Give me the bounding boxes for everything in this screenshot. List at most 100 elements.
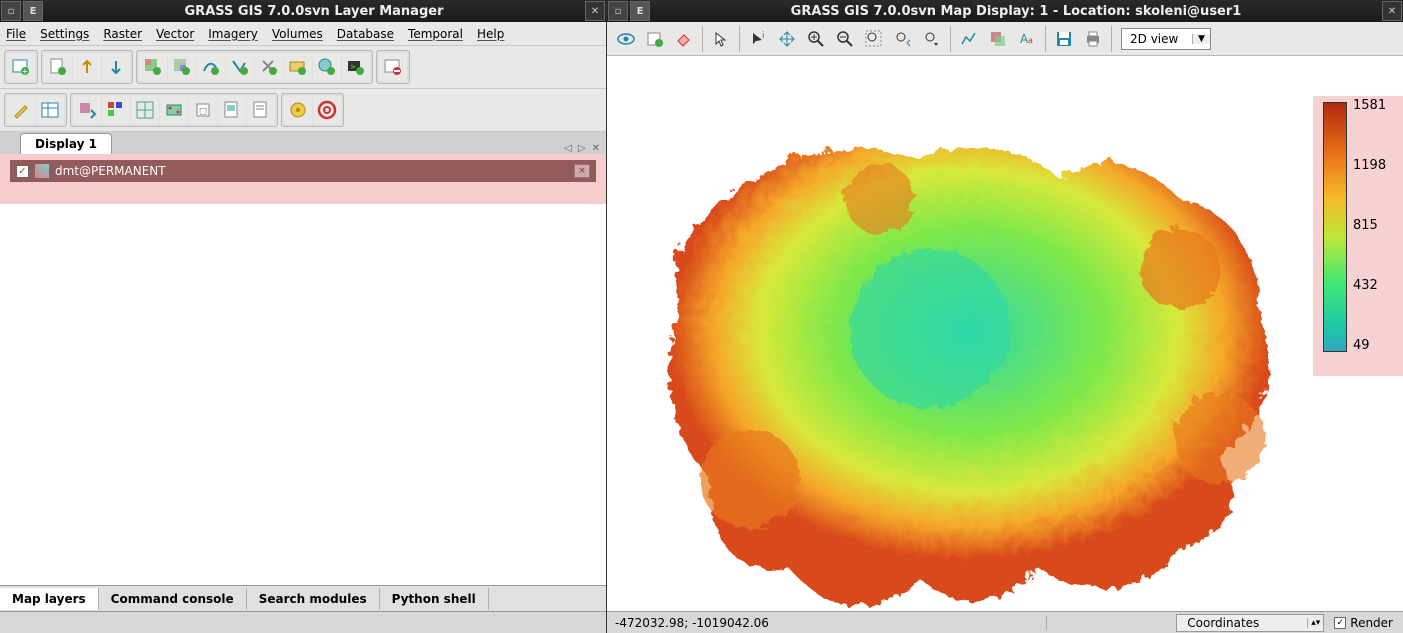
- add-overlay-button[interactable]: [255, 53, 283, 81]
- import-raster-button[interactable]: [73, 96, 101, 124]
- help-button[interactable]: [313, 96, 341, 124]
- print-button[interactable]: [1080, 26, 1106, 52]
- titlebar-right: ▫ E GRASS GIS 7.0.0svn Map Display: 1 - …: [607, 0, 1403, 22]
- add-vector-misc-button[interactable]: [226, 53, 254, 81]
- layer-manager-window: ▫ E GRASS GIS 7.0.0svn Layer Manager ✕ F…: [0, 0, 607, 633]
- workspace-save-button[interactable]: [102, 53, 130, 81]
- tab-python-shell[interactable]: Python shell: [380, 588, 489, 610]
- tab-next-icon[interactable]: ▷: [576, 143, 588, 154]
- legend-color-bar: [1323, 102, 1347, 352]
- app-icon[interactable]: E: [23, 1, 43, 21]
- zoom-menu-button[interactable]: [919, 26, 945, 52]
- pan-button[interactable]: [774, 26, 800, 52]
- render-checkbox[interactable]: ✓: [1334, 617, 1346, 629]
- window-title: GRASS GIS 7.0.0svn Layer Manager: [44, 4, 584, 19]
- zoom-last-button[interactable]: [890, 26, 916, 52]
- chevron-down-icon[interactable]: ▼: [1192, 34, 1210, 44]
- add-vector-button[interactable]: [197, 53, 225, 81]
- add-raster-misc-button[interactable]: [168, 53, 196, 81]
- map-toolbar: i Aa 2D view ▼: [607, 22, 1403, 56]
- tab-prev-icon[interactable]: ◁: [562, 143, 574, 154]
- tab-map-layers[interactable]: Map layers: [0, 588, 99, 610]
- minimize-icon[interactable]: ▫: [1, 1, 21, 21]
- save-display-button[interactable]: [1051, 26, 1077, 52]
- layer-label: dmt@PERMANENT: [55, 164, 166, 178]
- map-canvas[interactable]: 1581 1198 815 432 49: [607, 56, 1403, 611]
- display-tab[interactable]: Display 1: [20, 133, 112, 154]
- minimize-icon[interactable]: ▫: [608, 1, 628, 21]
- menu-temporal[interactable]: Temporal: [408, 27, 463, 41]
- menu-database[interactable]: Database: [337, 27, 394, 41]
- import-vector-button[interactable]: [102, 96, 130, 124]
- svg-text:+: +: [22, 67, 29, 76]
- toolbar-row-1: + >_: [0, 46, 606, 89]
- edit-vector-button[interactable]: [7, 96, 35, 124]
- menu-imagery[interactable]: Imagery: [208, 27, 258, 41]
- window-title: GRASS GIS 7.0.0svn Map Display: 1 - Loca…: [651, 4, 1381, 19]
- legend-tick: 432: [1353, 278, 1378, 293]
- legend-tick: 1581: [1353, 98, 1386, 113]
- layer-checkbox[interactable]: ✓: [16, 165, 29, 178]
- settings-button[interactable]: [284, 96, 312, 124]
- render-map-button[interactable]: [613, 26, 639, 52]
- remove-layer-button[interactable]: [379, 53, 407, 81]
- attribute-table-button[interactable]: [36, 96, 64, 124]
- chevron-updown-icon[interactable]: ▴▾: [1307, 618, 1323, 628]
- layer-item-dmt[interactable]: ✓ dmt@PERMANENT ×: [10, 160, 596, 182]
- legend-tick: 49: [1353, 338, 1370, 353]
- status-mode-select[interactable]: Coordinates ▴▾: [1176, 614, 1324, 632]
- add-text-button[interactable]: Aa: [1014, 26, 1040, 52]
- app-icon[interactable]: E: [630, 1, 650, 21]
- toolbar-row-2: ◻: [0, 89, 606, 132]
- analyze-button[interactable]: [956, 26, 982, 52]
- georectify-button[interactable]: [160, 96, 188, 124]
- add-group-button[interactable]: [284, 53, 312, 81]
- tab-close-icon[interactable]: ✕: [590, 143, 602, 154]
- menu-raster[interactable]: Raster: [103, 27, 142, 41]
- menu-settings[interactable]: Settings: [40, 27, 89, 41]
- add-wms-button[interactable]: [313, 53, 341, 81]
- statusbar-left: [0, 611, 606, 633]
- close-icon[interactable]: ✕: [1382, 1, 1402, 21]
- legend-tick: 815: [1353, 218, 1378, 233]
- render-toggle[interactable]: ✓ Render: [1334, 616, 1403, 630]
- new-display-button[interactable]: +: [7, 53, 35, 81]
- modeler-button[interactable]: ◻: [189, 96, 217, 124]
- titlebar-left: ▫ E GRASS GIS 7.0.0svn Layer Manager ✕: [0, 0, 606, 22]
- pointer-button[interactable]: [708, 26, 734, 52]
- layer-remove-icon[interactable]: ×: [574, 164, 590, 178]
- view-mode-label: 2D view: [1122, 32, 1192, 46]
- workspace-open-button[interactable]: [73, 53, 101, 81]
- menu-volumes[interactable]: Volumes: [272, 27, 323, 41]
- zoom-out-button[interactable]: [832, 26, 858, 52]
- overlay-button[interactable]: [985, 26, 1011, 52]
- layer-tree[interactable]: ✓ dmt@PERMANENT ×: [0, 154, 606, 585]
- zoom-in-button[interactable]: [803, 26, 829, 52]
- svg-text:◻: ◻: [199, 106, 207, 117]
- zoom-extent-button[interactable]: [861, 26, 887, 52]
- legend-ticks: 1581 1198 815 432 49: [1347, 102, 1393, 352]
- legend-tick: 1198: [1353, 158, 1386, 173]
- menu-help[interactable]: Help: [477, 27, 504, 41]
- rerender-map-button[interactable]: [642, 26, 668, 52]
- add-command-button[interactable]: >_: [342, 53, 370, 81]
- bottom-tabbar: Map layers Command console Search module…: [0, 585, 606, 611]
- dem-raster: [617, 96, 1287, 611]
- raster-calc-button[interactable]: [131, 96, 159, 124]
- menu-file[interactable]: File: [6, 27, 26, 41]
- view-mode-select[interactable]: 2D view ▼: [1121, 28, 1211, 50]
- workspace-new-button[interactable]: [44, 53, 72, 81]
- close-icon[interactable]: ✕: [585, 1, 605, 21]
- query-button[interactable]: i: [745, 26, 771, 52]
- erase-map-button[interactable]: [671, 26, 697, 52]
- menu-vector[interactable]: Vector: [156, 27, 194, 41]
- script-button[interactable]: [247, 96, 275, 124]
- menubar: File Settings Raster Vector Imagery Volu…: [0, 22, 606, 46]
- composer-button[interactable]: [218, 96, 246, 124]
- tab-search-modules[interactable]: Search modules: [247, 588, 380, 610]
- statusbar-right: -472032.98; -1019042.06 Coordinates ▴▾ ✓…: [607, 611, 1403, 633]
- coordinates-readout: -472032.98; -1019042.06: [607, 616, 1047, 630]
- tab-command-console[interactable]: Command console: [99, 588, 247, 610]
- add-raster-button[interactable]: [139, 53, 167, 81]
- display-tabbar: Display 1 ◁ ▷ ✕: [0, 132, 606, 154]
